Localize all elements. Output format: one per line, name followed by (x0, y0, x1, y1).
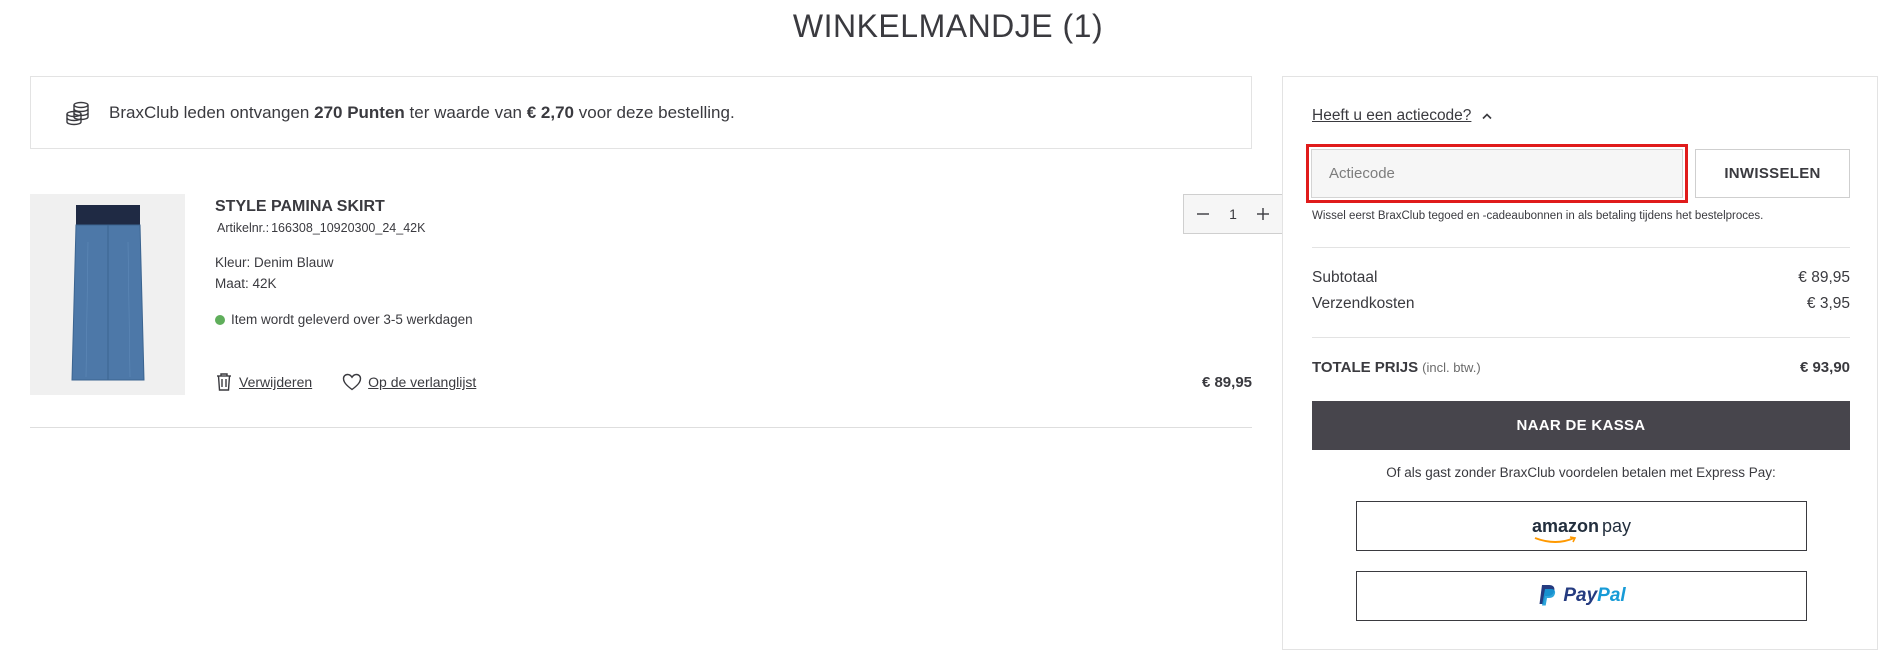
item-actions: Verwijderen Op de verlanglijst (215, 372, 506, 392)
decrease-quantity-button[interactable] (1192, 203, 1214, 225)
promo-code-highlight (1306, 144, 1688, 203)
order-summary: Heeft u een actiecode? INWISSELEN Wissel… (1282, 76, 1878, 650)
subtotal-value: € 89,95 (1798, 269, 1850, 286)
divider (1312, 337, 1850, 338)
cart-item: STYLE PAMINA SKIRT Artikelnr.: 166308_109… (30, 194, 1283, 428)
minus-icon (1197, 213, 1209, 215)
article-label: Artikelnr.: (217, 221, 270, 235)
amazon-smile-icon (1534, 535, 1577, 543)
paypal-icon (1537, 584, 1557, 608)
article-value: 166308_10920300_24_42K (271, 221, 426, 235)
remove-label: Verwijderen (239, 374, 313, 390)
product-color: Kleur: Denim Blauw (215, 255, 334, 270)
total-label: TOTALE PRIJS (1312, 359, 1419, 376)
redeem-button[interactable]: INWISSELEN (1695, 149, 1850, 198)
total-label-group: TOTALE PRIJS (incl. btw.) (1312, 359, 1481, 376)
checkout-button[interactable]: NAAR DE KASSA (1312, 401, 1850, 450)
banner-text-middle: ter waarde van (409, 102, 522, 122)
trash-icon (215, 372, 233, 392)
quantity-stepper: 1 (1183, 194, 1283, 234)
amazon-pay-button[interactable]: amazon pay (1356, 501, 1807, 551)
item-price: € 89,95 (1201, 374, 1252, 391)
amazon-logo-text: amazon (1531, 515, 1599, 536)
chevron-up-icon (1481, 112, 1493, 120)
product-size: Maat: 42K (215, 276, 277, 291)
paypal-text-pay: Pay (1563, 585, 1598, 606)
shipping-value: € 3,95 (1806, 295, 1850, 312)
delivery-text: Item wordt geleverd over 3-5 werkdagen (231, 312, 473, 327)
banner-text-prefix: BraxClub leden ontvangen (109, 102, 310, 122)
divider (1312, 247, 1850, 248)
total-row: TOTALE PRIJS (incl. btw.) € 93,90 (1312, 359, 1850, 376)
heart-icon (342, 373, 362, 391)
page-title: WINKELMANDJE (1) (792, 8, 1104, 44)
total-incl-vat: (incl. btw.) (1422, 360, 1481, 375)
paypal-logo: Pay Pal (1537, 584, 1626, 608)
promo-note: Wissel eerst BraxClub tegoed en -cadeaub… (1312, 210, 1764, 222)
product-image[interactable] (30, 194, 185, 395)
promo-code-toggle[interactable]: Heeft u een actiecode? (1312, 107, 1493, 125)
cart-page: WINKELMANDJE (1) BraxClub leden ontvange… (0, 0, 1896, 668)
shipping-label: Verzendkosten (1312, 295, 1415, 312)
promo-toggle-label: Heeft u een actiecode? (1312, 107, 1472, 124)
paypal-text-pal: Pal (1597, 585, 1626, 606)
plus-icon (1256, 208, 1269, 220)
amazon-pay-logo: amazon pay (1531, 515, 1632, 543)
article-number: Artikelnr.: 166308_10920300_24_42K (215, 221, 425, 235)
delivery-status-dot (215, 314, 225, 325)
banner-value: € 2,70 (526, 102, 574, 122)
banner-points: 270 Punten (314, 102, 405, 122)
express-pay-note: Of als gast zonder BraxClub voordelen be… (1386, 465, 1776, 480)
shipping-row: Verzendkosten € 3,95 (1312, 295, 1850, 313)
remove-button[interactable]: Verwijderen (215, 372, 312, 392)
wishlist-label: Op de verlanglijst (368, 374, 477, 390)
amazon-pay-text: pay (1602, 515, 1632, 536)
divider (30, 427, 1252, 428)
product-name[interactable]: STYLE PAMINA SKIRT (215, 198, 385, 216)
coins-icon (65, 100, 91, 126)
quantity-value[interactable]: 1 (1229, 206, 1237, 222)
paypal-button[interactable]: Pay Pal (1356, 571, 1807, 621)
subtotal-row: Subtotaal € 89,95 (1312, 269, 1850, 287)
banner-text-suffix: voor deze bestelling. (578, 102, 735, 122)
braxclub-points-banner: BraxClub leden ontvangen 270 Punten ter … (30, 76, 1252, 149)
delivery-info: Item wordt geleverd over 3-5 werkdagen (215, 312, 473, 327)
increase-quantity-button[interactable] (1252, 203, 1274, 225)
promo-code-input[interactable] (1311, 149, 1683, 198)
total-value: € 93,90 (1799, 359, 1850, 376)
wishlist-button[interactable]: Op de verlanglijst (342, 373, 476, 391)
subtotal-label: Subtotaal (1312, 269, 1378, 286)
